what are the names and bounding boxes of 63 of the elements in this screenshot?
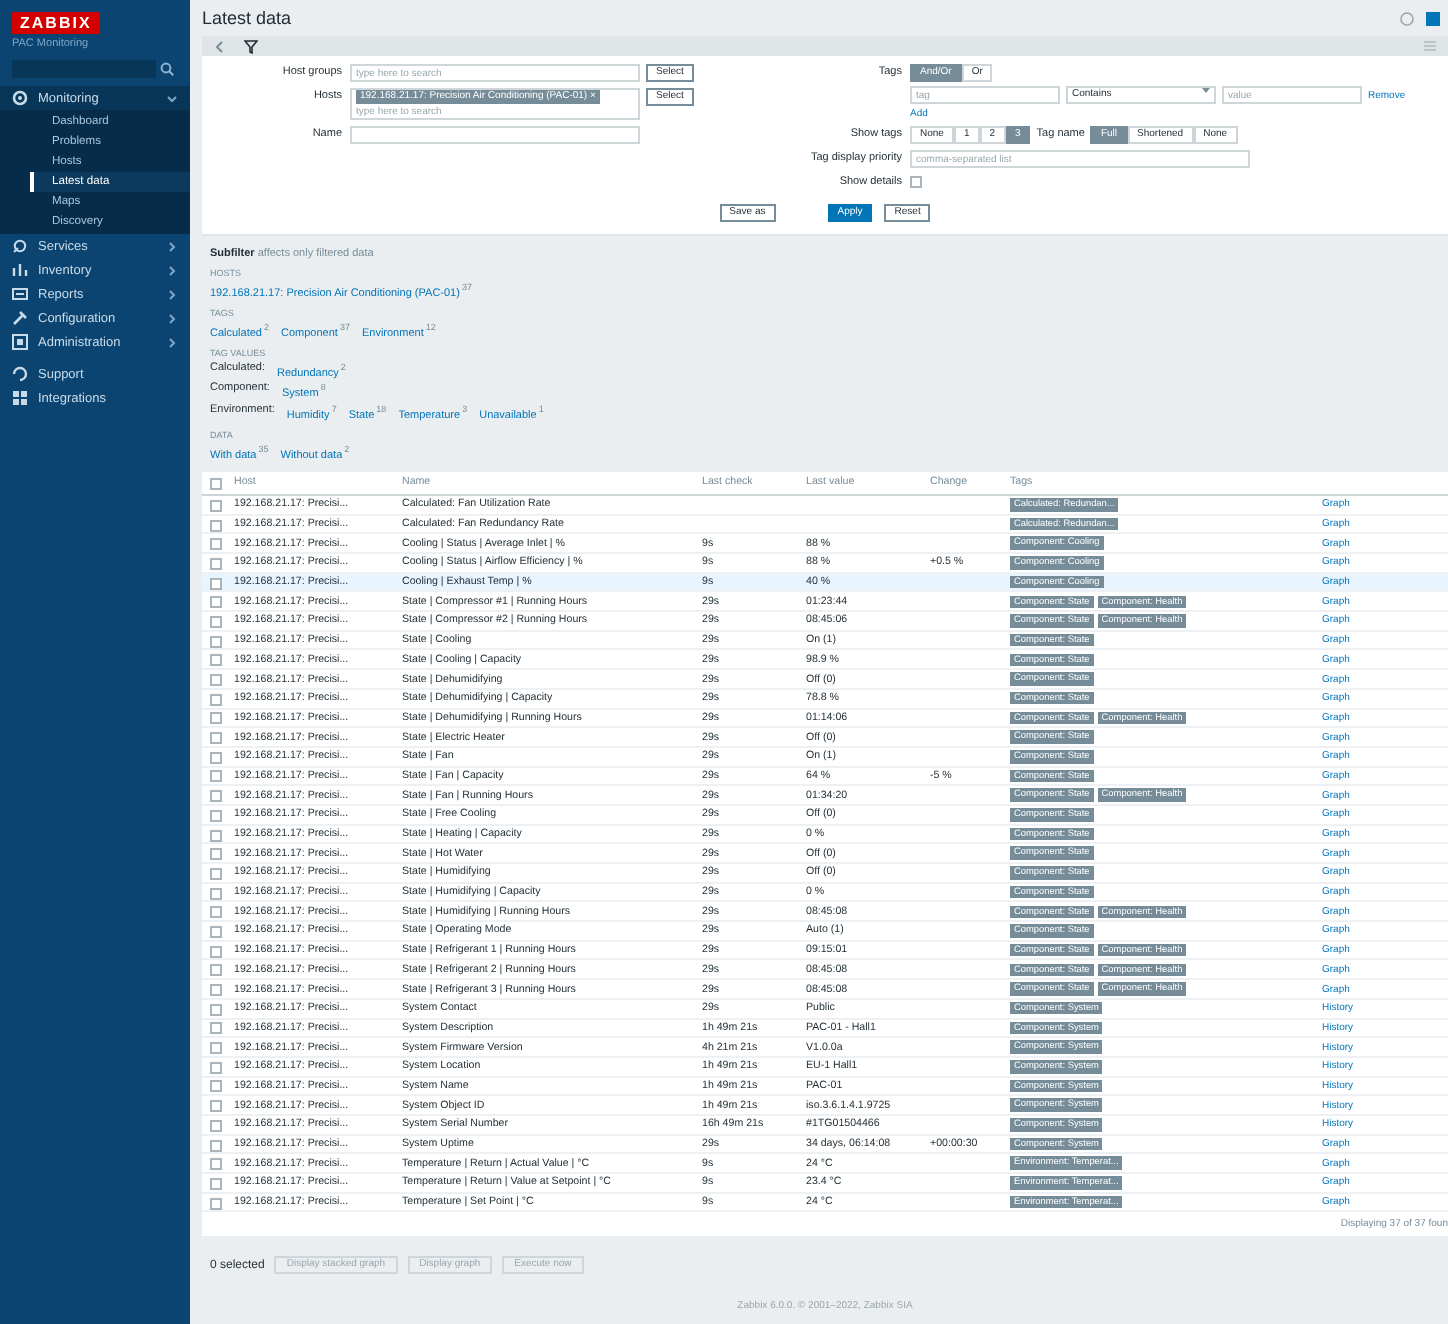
- admin-icon: [12, 334, 28, 350]
- row-checkbox[interactable]: [210, 829, 222, 841]
- row-checkbox[interactable]: [210, 1177, 222, 1190]
- row-checkbox[interactable]: [210, 984, 222, 996]
- select-all-checkbox[interactable]: [210, 477, 222, 490]
- row-checkbox[interactable]: [210, 1119, 222, 1132]
- row-checkbox[interactable]: [210, 1158, 222, 1171]
- row-checkbox[interactable]: [210, 945, 222, 958]
- row-checkbox[interactable]: [210, 596, 222, 609]
- chevron-icon: [166, 265, 178, 275]
- row-checkbox[interactable]: [210, 557, 222, 570]
- row-checkbox[interactable]: [210, 1080, 222, 1093]
- row-checkbox[interactable]: [210, 732, 222, 745]
- filter-icon[interactable]: [244, 39, 258, 53]
- services-icon: [12, 238, 28, 254]
- menu-icon[interactable]: [1424, 40, 1436, 52]
- row-checkbox[interactable]: [210, 751, 222, 764]
- caret-icon: [1202, 88, 1210, 94]
- row-checkbox[interactable]: [210, 1003, 222, 1016]
- row-checkbox[interactable]: [210, 712, 222, 725]
- row-checkbox[interactable]: [210, 635, 222, 648]
- row-checkbox[interactable]: [210, 654, 222, 667]
- row-checkbox[interactable]: [210, 499, 222, 512]
- chevron-icon: [166, 93, 178, 103]
- row-checkbox[interactable]: [210, 809, 222, 822]
- row-checkbox[interactable]: [210, 615, 222, 628]
- row-checkbox[interactable]: [210, 1022, 222, 1035]
- chevron-icon: [166, 337, 178, 347]
- grid-icon: [12, 390, 28, 406]
- row-checkbox[interactable]: [210, 1197, 222, 1210]
- wrench-icon: [12, 310, 28, 326]
- row-checkbox[interactable]: [210, 925, 222, 938]
- kiosk-mode-button[interactable]: [1426, 11, 1440, 25]
- search-icon[interactable]: [160, 62, 174, 76]
- chevron-icon: [166, 241, 178, 251]
- row-checkbox[interactable]: [210, 1139, 222, 1151]
- page-title: Latest data: [202, 8, 294, 28]
- help-icon[interactable]: [1400, 11, 1414, 25]
- eye-icon: [12, 90, 28, 106]
- row-checkbox[interactable]: [210, 964, 222, 977]
- name-field[interactable]: [350, 126, 640, 144]
- chevron-icon: [166, 313, 178, 323]
- chevron-icon: [166, 289, 178, 299]
- row-checkbox[interactable]: [210, 519, 222, 531]
- row-checkbox[interactable]: [210, 770, 222, 783]
- bar-chart-icon: [12, 262, 28, 278]
- chevron-left-icon[interactable]: [214, 39, 224, 53]
- row-checkbox[interactable]: [210, 693, 222, 706]
- row-checkbox[interactable]: [210, 848, 222, 861]
- row-checkbox[interactable]: [210, 867, 222, 880]
- row-checkbox[interactable]: [210, 887, 222, 900]
- checkbox[interactable]: [910, 176, 922, 188]
- row-checkbox[interactable]: [210, 577, 222, 590]
- row-checkbox[interactable]: [210, 1100, 222, 1113]
- row-checkbox[interactable]: [210, 906, 222, 919]
- row-checkbox[interactable]: [210, 790, 222, 803]
- row-checkbox[interactable]: [210, 1061, 222, 1074]
- row-checkbox[interactable]: [210, 538, 222, 551]
- zabbix-logo[interactable]: ZABBIX: [12, 12, 100, 34]
- row-checkbox[interactable]: [210, 674, 222, 686]
- row-checkbox[interactable]: [210, 1042, 222, 1055]
- support-icon: [12, 366, 28, 382]
- report-icon: [12, 286, 28, 302]
